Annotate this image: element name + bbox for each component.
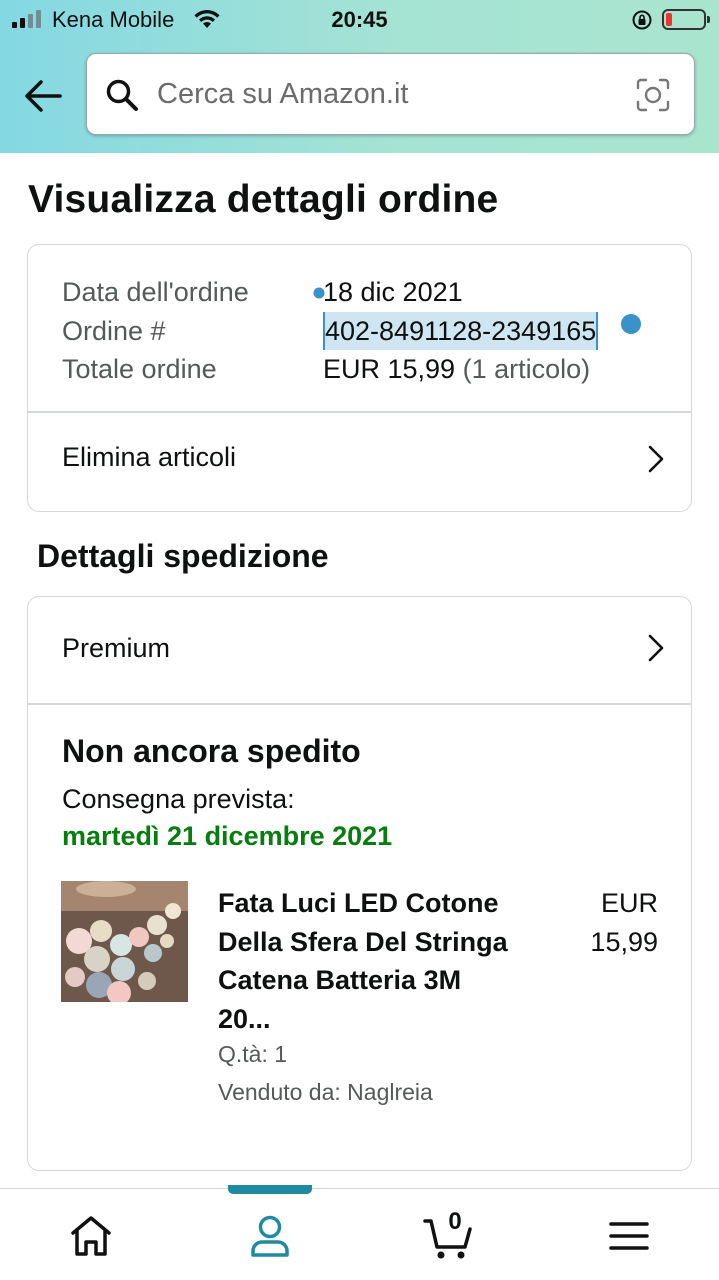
delivery-label: Consegna prevista: [62, 784, 295, 814]
selection-handle-end[interactable] [620, 313, 642, 335]
menu-icon[interactable] [604, 1211, 654, 1261]
product-seller: Venduto da: Naglreia [218, 1079, 433, 1105]
order-number-value[interactable]: 402-8491128-2349165 [323, 311, 599, 350]
active-tab-indicator [228, 1185, 312, 1194]
delivery-date: martedì 21 dicembre 2021 [62, 821, 393, 851]
string-lights-photo [61, 881, 188, 1002]
order-date-label: Data dell'ordine [62, 277, 249, 307]
product-price-amount: 15,99 [590, 926, 658, 957]
product-image[interactable] [61, 881, 188, 1002]
camera-scan-icon[interactable] [635, 77, 671, 113]
delete-items-row[interactable]: Elimina articoli [28, 412, 691, 511]
divider [28, 703, 691, 705]
chevron-right-icon [648, 634, 664, 662]
rotation-lock-icon [632, 10, 652, 30]
chevron-right-icon [648, 445, 664, 473]
shipment-status: Non ancora spedito [62, 733, 361, 769]
order-total-items: (1 articolo) [462, 354, 591, 384]
delete-items-label: Elimina articoli [62, 442, 237, 472]
back-arrow-icon[interactable] [22, 76, 64, 116]
order-summary-card: Data dell'ordine 18 dic 2021 Ordine # 40… [27, 244, 692, 512]
page-title: Visualizza dettagli ordine [28, 178, 499, 221]
status-bar: Kena Mobile 20:45 [0, 0, 719, 40]
shipping-method-row[interactable]: Premium [28, 597, 691, 703]
order-total-amount: EUR 15,99 [323, 354, 456, 384]
battery-icon [662, 9, 710, 30]
order-total-value: EUR 15,99 (1 articolo) [323, 350, 590, 389]
product-price-currency: EUR [600, 888, 658, 918]
account-icon[interactable] [245, 1211, 295, 1261]
home-icon[interactable] [66, 1211, 116, 1261]
order-date-value: 18 dic 2021 [323, 277, 463, 307]
order-info: Data dell'ordine 18 dic 2021 Ordine # 40… [62, 273, 599, 389]
selection-handle-start[interactable] [313, 287, 325, 299]
product-price: EUR 15,99 [590, 884, 658, 961]
order-total-label: Totale ordine [62, 354, 217, 384]
search-input[interactable] [157, 72, 617, 116]
shipping-method-label: Premium [62, 633, 171, 663]
search-bar [86, 53, 695, 135]
shipping-card: Premium Non ancora spedito Consegna prev… [27, 596, 692, 1171]
shipping-section-title: Dettagli spedizione [37, 538, 329, 574]
top-header: Kena Mobile 20:45 [0, 0, 719, 153]
cart-count-badge: 0 [448, 1208, 462, 1235]
product-quantity: Q.tà: 1 [218, 1041, 288, 1067]
bottom-navigation [0, 1185, 719, 1280]
order-number-label: Ordine # [62, 315, 166, 346]
product-name[interactable]: Fata Luci LED Cotone Della Sfera Del Str… [218, 884, 518, 1038]
status-time: 20:45 [331, 7, 388, 32]
search-icon [106, 79, 138, 111]
